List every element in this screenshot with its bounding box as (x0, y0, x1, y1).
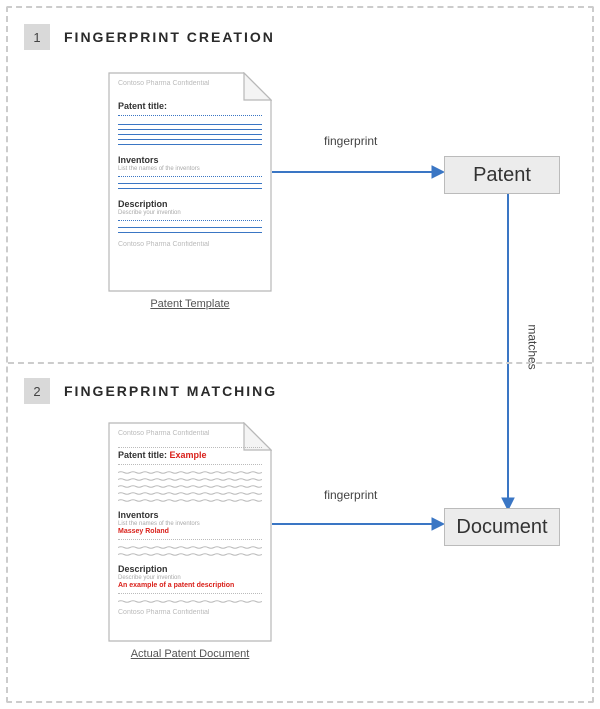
patent-template-doc: Contoso Pharma Confidential Patent title… (108, 72, 272, 292)
doc-header: Contoso Pharma Confidential (118, 430, 262, 437)
wavy-line (118, 478, 262, 481)
content-line (118, 183, 262, 184)
patent-template-label: Patent Template (108, 298, 272, 310)
content-line (118, 129, 262, 130)
wavy-dotted (118, 539, 262, 542)
field-patent-title: Patent title: Example (118, 450, 207, 460)
field-description-value: An example of a patent description (118, 582, 262, 589)
arrow-label-fingerprint-1: fingerprint (324, 134, 377, 148)
diagram-frame: 1 FINGERPRINT CREATION Contoso Pharma Co… (6, 6, 594, 703)
section-1-heading: 1 FINGERPRINT CREATION (24, 24, 275, 50)
content-line (118, 227, 262, 228)
wavy-line (118, 546, 262, 549)
wavy-dotted (118, 593, 262, 596)
section-2: 2 FINGERPRINT MATCHING Contoso Pharma Co… (8, 362, 592, 701)
field-inventors-value: Massey Roland (118, 528, 262, 535)
field-description: Description (118, 199, 262, 209)
content-line (118, 124, 262, 125)
actual-patent-label: Actual Patent Document (108, 648, 272, 660)
wavy-line (118, 485, 262, 488)
doc-content: Contoso Pharma Confidential Patent title… (118, 430, 262, 634)
doc-header: Contoso Pharma Confidential (118, 80, 262, 87)
field-inventors-sub: List the names of the inventors (118, 521, 262, 527)
actual-patent-doc: Contoso Pharma Confidential Patent title… (108, 422, 272, 642)
wavy-line (118, 553, 262, 556)
wavy-line (118, 499, 262, 502)
field-description-sub: Describe your invention (118, 210, 262, 216)
dotted-line (118, 115, 262, 116)
field-inventors: Inventors (118, 155, 262, 165)
field-description: Description (118, 564, 262, 574)
wavy-line (118, 492, 262, 495)
arrow-fingerprint-2 (272, 502, 444, 532)
content-line (118, 144, 262, 145)
doc-footer: Contoso Pharma Confidential (118, 241, 262, 248)
content-line (118, 188, 262, 189)
field-patent-title: Patent title: (118, 101, 262, 111)
section-1-title: FINGERPRINT CREATION (64, 29, 275, 45)
node-patent: Patent (444, 156, 560, 194)
arrow-label-fingerprint-2: fingerprint (324, 488, 377, 502)
field-inventors-sub: List the names of the inventors (118, 166, 262, 172)
section-2-heading: 2 FINGERPRINT MATCHING (24, 378, 277, 404)
section-1-number: 1 (24, 24, 50, 50)
wavy-line (118, 600, 262, 603)
field-patent-title-label: Patent title: (118, 450, 167, 460)
section-2-number: 2 (24, 378, 50, 404)
content-line (118, 139, 262, 140)
dotted-line (118, 176, 262, 177)
field-patent-title-value: Example (170, 450, 207, 460)
field-description-sub: Describe your invention (118, 575, 262, 581)
dotted-line (118, 220, 262, 221)
arrow-fingerprint-1 (272, 150, 444, 180)
field-inventors: Inventors (118, 510, 262, 520)
doc-footer: Contoso Pharma Confidential (118, 609, 262, 616)
content-line (118, 134, 262, 135)
wavy-line (118, 471, 262, 474)
doc-content: Contoso Pharma Confidential Patent title… (118, 80, 262, 284)
node-document: Document (444, 508, 560, 546)
content-line (118, 232, 262, 233)
section-2-title: FINGERPRINT MATCHING (64, 383, 277, 399)
wavy-dotted (118, 464, 262, 467)
